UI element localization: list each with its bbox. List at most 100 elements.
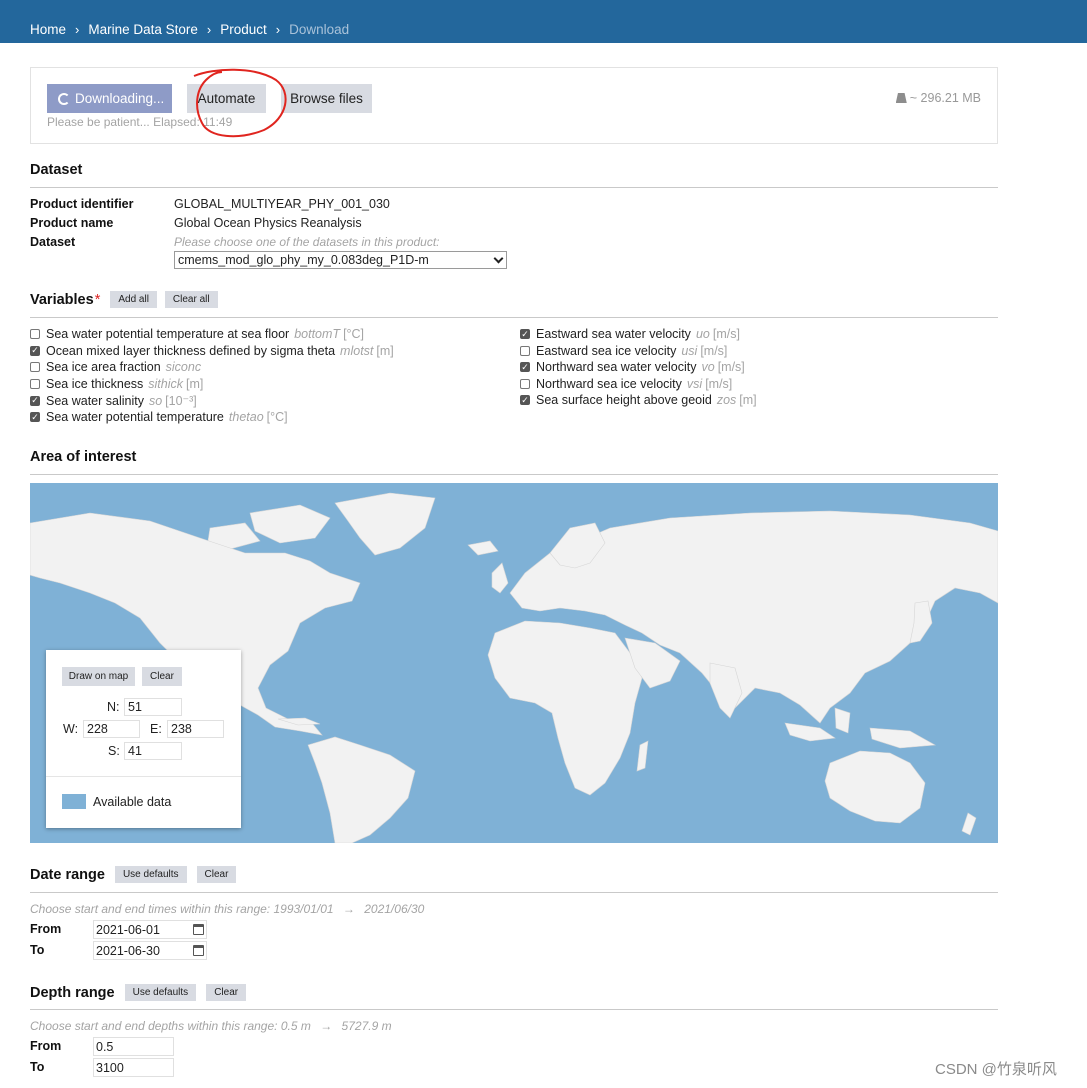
depth-to-input[interactable]: 3100 [93,1058,174,1077]
checkbox-checked[interactable]: ✓ [520,362,530,373]
variable-item[interactable]: Northward sea ice velocity vsi [m/s] [520,377,732,391]
dataset-selected-value: cmems_mod_glo_phy_my_0.083deg_P1D-m [178,253,429,267]
checkbox-checked[interactable]: ✓ [520,395,530,406]
clear-all-button[interactable]: Clear all [164,291,218,308]
date-clear-button[interactable]: Clear [196,866,237,883]
variable-label: Sea ice thickness [46,376,144,391]
variables-title: Variables [30,291,94,308]
depth-use-defaults-button[interactable]: Use defaults [124,984,197,1001]
date-range-heading: Date range Use defaults Clear [30,866,237,883]
variable-item[interactable]: ✓ Eastward sea water velocity uo [m/s] [520,327,740,341]
date-from-input[interactable]: 2021-06-01 [93,920,207,939]
depth-range-title: Depth range [30,984,115,1001]
variable-unit: [m/s] [700,343,728,358]
checkbox-checked[interactable]: ✓ [520,329,530,339]
variable-item[interactable]: Sea ice thickness sithick [m] [30,377,203,391]
calendar-icon[interactable] [193,945,204,956]
variable-item[interactable]: Sea water potential temperature at sea f… [30,327,364,341]
divider [30,317,998,318]
automate-button[interactable]: Automate [187,84,266,113]
depth-range-heading: Depth range Use defaults Clear [30,984,247,1001]
variable-label: Northward sea water velocity [536,360,697,375]
draw-on-map-button[interactable]: Draw on map [62,667,135,686]
variable-label: Sea water potential temperature at sea f… [46,327,290,341]
west-input[interactable]: 228 [83,720,140,738]
download-panel: Downloading... Automate Browse files Ple… [30,67,998,144]
variable-unit: [m] [739,393,757,408]
checkbox[interactable] [30,362,40,373]
divider [30,892,998,893]
east-label: E: [150,722,162,736]
checkbox[interactable] [30,329,40,339]
variable-label: Sea water salinity [46,393,144,408]
chevron-right-icon: › [75,21,80,37]
variable-code: uo [695,327,710,341]
depth-clear-button[interactable]: Clear [206,984,247,1001]
download-status: Please be patient... Elapsed: 11:49 [47,115,232,129]
variable-item[interactable]: ✓ Sea surface height above geoid zos [m] [520,393,757,407]
spinner-icon [58,92,70,105]
date-range-hint: Choose start and end times within this r… [30,902,424,916]
checkbox-checked[interactable]: ✓ [30,412,40,422]
divider [46,776,241,777]
downloading-label: Downloading... [75,91,165,106]
variable-item[interactable]: ✓ Northward sea water velocity vo [m/s] [520,360,745,374]
divider [30,474,998,475]
breadcrumb-marine-data-store[interactable]: Marine Data Store [88,22,198,37]
depth-min: 0.5 m [280,1019,311,1033]
checkbox-checked[interactable]: ✓ [30,395,40,406]
checkbox[interactable] [520,378,530,389]
variable-label: Sea water potential temperature [46,410,224,424]
download-size: ~ 296.21 MB [895,91,981,105]
date-from-value: 2021-06-01 [96,922,160,937]
variable-code: vsi [686,376,703,391]
variable-label: Eastward sea water velocity [536,327,691,341]
variable-unit: [m/s] [712,327,740,341]
variable-unit: [m] [376,343,394,358]
east-input[interactable]: 238 [167,720,224,738]
divider [30,187,998,188]
chevron-right-icon: › [275,21,281,37]
add-all-button[interactable]: Add all [110,291,157,308]
depth-to-label: To [30,1060,45,1074]
product-name-value: Global Ocean Physics Reanalysis [174,216,362,230]
variable-code: so [148,393,163,408]
depth-from-label: From [30,1039,62,1053]
depth-range-hint: Choose start and end depths within this … [30,1019,392,1033]
checkbox[interactable] [520,345,530,356]
dataset-select[interactable]: cmems_mod_glo_phy_my_0.083deg_P1D-m [174,251,507,269]
date-from-label: From [30,922,62,936]
variable-item[interactable]: ✓ Sea water salinity so [10⁻³] [30,393,197,408]
checkbox-checked[interactable]: ✓ [30,345,40,356]
patient-text: Please be patient... Elapsed: [47,115,200,129]
variable-item[interactable]: Sea ice area fraction siconc [30,360,204,374]
downloading-button[interactable]: Downloading... [47,84,172,113]
date-to-input[interactable]: 2021-06-30 [93,941,207,960]
arrow-right-icon: → [320,1019,333,1033]
breadcrumb-product[interactable]: Product [220,22,267,37]
variable-label: Sea surface height above geoid [536,393,712,408]
product-id-value: GLOBAL_MULTIYEAR_PHY_001_030 [174,197,390,211]
variable-unit: [°C] [266,410,288,424]
date-use-defaults-button[interactable]: Use defaults [114,866,187,883]
date-range-title: Date range [30,866,105,883]
variable-code: vo [701,360,715,375]
variable-item[interactable]: ✓ Sea water potential temperature thetao [°… [30,410,288,424]
breadcrumb-current: Download [289,21,350,37]
variable-code: usi [681,343,698,358]
variable-code: zos [716,393,737,408]
breadcrumb-home[interactable]: Home [30,22,66,37]
depth-from-input[interactable]: 0.5 [93,1037,174,1056]
dataset-hint: Please choose one of the datasets in thi… [174,235,440,249]
browse-files-button[interactable]: Browse files [281,84,372,113]
depth-hint-prefix: Choose start and end depths within this … [30,1019,278,1033]
north-input[interactable]: 51 [124,698,182,716]
calendar-icon[interactable] [193,924,204,935]
area-selection-panel: Draw on map Clear N: 51 W: 228 E: 238 S:… [46,650,241,828]
south-input[interactable]: 41 [124,742,182,760]
variable-item[interactable]: Eastward sea ice velocity usi [m/s] [520,344,727,358]
checkbox[interactable] [30,378,40,389]
variables-heading: Variables * Add all Clear all [30,291,218,308]
variable-item[interactable]: ✓ Ocean mixed layer thickness defined by … [30,344,394,358]
area-clear-button[interactable]: Clear [142,667,182,686]
